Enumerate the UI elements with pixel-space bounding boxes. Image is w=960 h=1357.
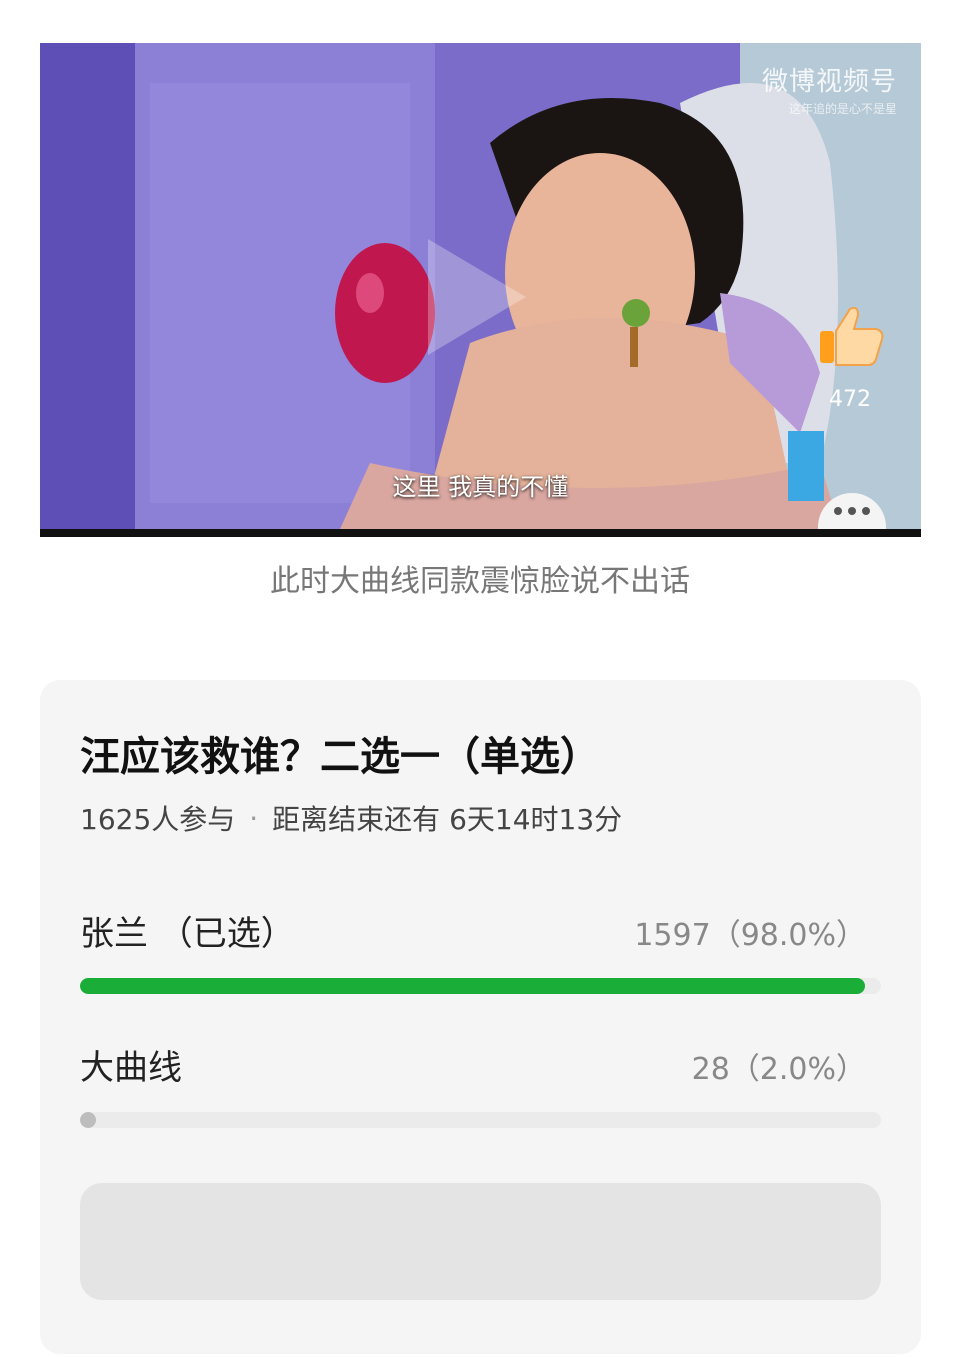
poll-option-bar xyxy=(80,978,881,994)
watermark-title: 微博视频号 xyxy=(761,67,897,97)
video-subtitle: 这里 我真的不懂 xyxy=(392,473,569,501)
meta-separator: · xyxy=(249,801,259,835)
video-player[interactable]: 微博视频号 这年追的是心不是星 这里 我真的不懂 472 xyxy=(40,43,921,537)
thumbs-up-icon[interactable] xyxy=(816,301,886,371)
poll-option-bar-fill xyxy=(80,1112,97,1128)
more-dot-icon xyxy=(862,507,870,515)
video-caption: 此时大曲线同款震惊脸说不出话 xyxy=(270,564,690,599)
poll-title: 汪应该救谁？二选一（单选） xyxy=(80,734,600,780)
like-count: 472 xyxy=(829,387,871,412)
poll-option-label[interactable]: 大曲线 xyxy=(80,1040,182,1089)
weibo-video-watermark: 微博视频号 这年追的是心不是星 xyxy=(762,61,897,117)
poll-option-bar xyxy=(80,1112,881,1128)
poll-option-count: 28（2.0%） xyxy=(691,1052,866,1087)
video-progress-bar[interactable] xyxy=(40,529,921,537)
more-dot-icon xyxy=(834,507,842,515)
more-dot-icon xyxy=(848,507,856,515)
play-icon[interactable] xyxy=(428,239,526,355)
poll-option-count: 1597（98.0%） xyxy=(634,918,866,953)
participant-count: 1625人参与 xyxy=(80,803,236,836)
poll-option-bar-fill xyxy=(80,978,865,994)
poll-meta: 1625人参与 · 距离结束还有 6天14时13分 xyxy=(80,798,622,838)
watermark-subtitle: 这年追的是心不是星 xyxy=(788,102,897,116)
poll-option-label[interactable]: 张兰 （已选） xyxy=(80,906,295,955)
poll-action-button[interactable] xyxy=(80,1183,881,1300)
poll-card: 汪应该救谁？二选一（单选） 1625人参与 · 距离结束还有 6天14时13分 … xyxy=(40,680,921,1354)
time-remaining: 距离结束还有 6天14时13分 xyxy=(272,803,623,836)
